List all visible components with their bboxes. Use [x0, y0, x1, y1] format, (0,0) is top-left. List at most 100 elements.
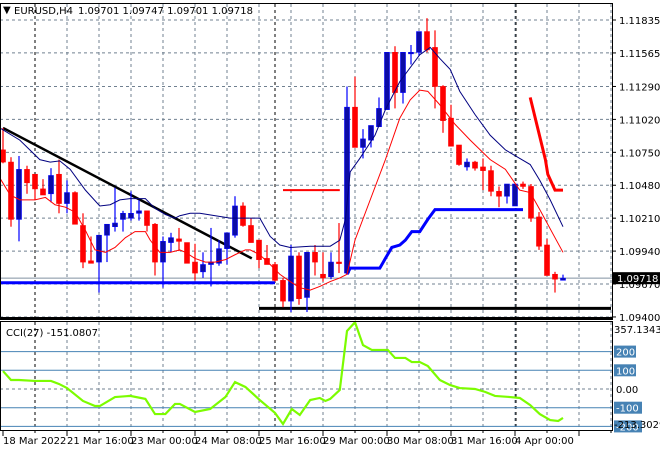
candle-bearish	[144, 210, 150, 232]
price-label: 1.10750	[619, 148, 660, 159]
candle-bullish	[200, 252, 206, 278]
price-label: 1.11565	[619, 49, 660, 60]
candle-body	[232, 205, 238, 236]
candle-bullish	[504, 183, 510, 204]
candle-body	[128, 212, 134, 219]
candle-bullish	[344, 86, 350, 275]
candle-bearish	[488, 165, 494, 197]
time-label: 29 Mar 00:00	[323, 436, 390, 447]
cci-level-label: 200	[616, 348, 635, 359]
candle-body	[528, 186, 534, 219]
collapse-arrow-icon[interactable]: ▼	[3, 5, 11, 16]
candle-bearish	[152, 223, 158, 276]
moving-average-blue[interactable]	[0, 46, 564, 248]
candle-bearish	[520, 181, 526, 189]
candles	[0, 18, 566, 313]
candle-bullish	[112, 187, 118, 232]
candle-bullish	[232, 196, 238, 238]
candle-body	[192, 261, 198, 274]
candle-body	[256, 239, 262, 260]
candle-bullish	[512, 183, 518, 207]
candle-body	[0, 149, 6, 163]
candle-bearish	[320, 252, 326, 282]
candle-body	[464, 161, 470, 168]
candle-bearish	[72, 191, 78, 225]
candle-bearish	[472, 160, 478, 171]
candle-bullish	[328, 252, 334, 280]
candle-body	[456, 144, 462, 165]
candle-body	[336, 261, 342, 264]
candle-body	[320, 273, 326, 279]
candle-body	[64, 192, 70, 204]
candle-body	[176, 238, 182, 242]
candle-bearish	[240, 202, 246, 227]
candle-bearish	[296, 252, 302, 305]
candle-body	[408, 52, 414, 55]
candle-bearish	[8, 157, 14, 227]
candle-bullish	[160, 236, 166, 288]
candle-bearish	[392, 46, 398, 109]
candle-bullish	[408, 45, 414, 65]
candle-body	[40, 188, 46, 196]
cci-level-label: -100	[616, 404, 639, 415]
candle-bullish	[104, 223, 110, 263]
cci-min-label: -213.3029	[614, 420, 660, 431]
candle-bullish	[136, 199, 142, 221]
candle-body	[200, 264, 206, 273]
candle-body	[144, 210, 150, 226]
axes: 1.11835 1.11565 1.11290 1.11020 1.10750 1.104…	[2, 16, 660, 447]
current-price-label: 1.09718	[617, 274, 658, 285]
candle-body	[32, 173, 38, 190]
candle-body	[72, 192, 78, 225]
candle-body	[472, 161, 478, 169]
candle-body	[312, 252, 318, 263]
candle-bullish	[464, 158, 470, 171]
candle-bearish	[352, 76, 358, 148]
candle-body	[440, 86, 446, 121]
candle-body	[96, 234, 102, 263]
candle-body	[136, 210, 142, 214]
price-label: 1.09400	[619, 313, 660, 324]
step-line-blue[interactable]	[345, 208, 523, 275]
candle-bullish	[304, 252, 310, 313]
candle-body	[16, 169, 22, 220]
candle-body	[384, 52, 390, 110]
candle-body	[152, 223, 158, 263]
candle-body	[168, 237, 174, 243]
candle-body	[520, 183, 526, 187]
ohlc-values: 1.09701 1.09747 1.09701 1.09718	[78, 6, 253, 17]
candle-bearish	[248, 218, 254, 243]
candle-bearish	[456, 144, 462, 166]
candle-bullish	[560, 274, 566, 281]
candle-bearish	[80, 213, 86, 269]
candle-body	[224, 232, 230, 249]
candle-body	[360, 138, 366, 148]
cci-zero-label: 0.00	[616, 385, 638, 396]
candle-bearish	[336, 223, 342, 274]
price-label: 1.09940	[619, 247, 660, 258]
candle-body	[304, 252, 310, 298]
candle-body	[56, 173, 62, 204]
candle-body	[560, 277, 566, 281]
candle-body	[280, 280, 286, 302]
candle-bearish	[528, 184, 534, 222]
candle-bullish	[120, 210, 126, 232]
candle-bearish	[536, 212, 542, 250]
candle-bearish	[544, 238, 550, 276]
candle-bearish	[552, 271, 558, 293]
candle-bullish	[288, 245, 294, 313]
time-label: 30 Mar 08:00	[387, 436, 454, 447]
candle-body	[352, 106, 358, 148]
candle-body	[248, 225, 254, 243]
candle-body	[496, 191, 502, 197]
candle-body	[424, 31, 430, 51]
candle-bullish	[48, 168, 54, 203]
candle-body	[296, 255, 302, 299]
candle-body	[112, 222, 118, 228]
price-chart[interactable]: ▼ EURUSD,H4 1.09701 1.09747 1.09701 1.09…	[0, 0, 660, 450]
cci-label: CCI(27) -151.0807	[6, 328, 98, 339]
candle-body	[328, 261, 334, 278]
price-label: 1.10210	[619, 214, 660, 225]
candle-bullish	[168, 232, 174, 253]
candle-bearish	[448, 104, 454, 147]
